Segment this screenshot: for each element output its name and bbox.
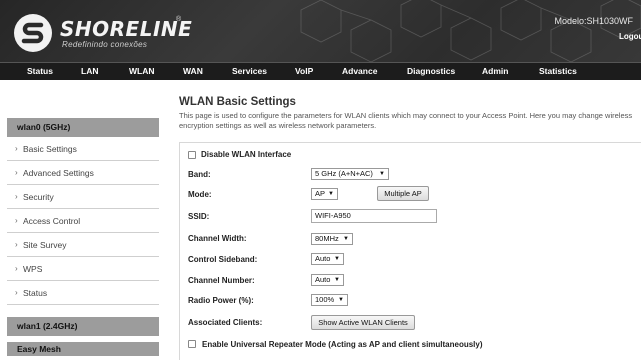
sidebar-item-label: Access Control — [23, 216, 81, 226]
radio-power-label: Radio Power (%): — [188, 296, 254, 305]
sidebar-group-wlan0[interactable]: wlan0 (5GHz) — [7, 118, 159, 137]
chevron-right-icon: › — [15, 288, 18, 297]
channel-width-value: 80MHz — [315, 234, 339, 243]
nav-wlan[interactable]: WLAN — [129, 66, 155, 76]
dropdown-arrow-icon: ▼ — [328, 191, 334, 197]
sidebar-item-label: Status — [23, 288, 48, 298]
radio-power-value: 100% — [315, 295, 335, 304]
sidebar-item-advanced-settings[interactable]: › Advanced Settings — [7, 161, 159, 185]
band-value: 5 GHz (A+N+AC) — [315, 169, 373, 178]
main-nav: Status LAN WLAN WAN Services VoIP Advanc… — [0, 62, 641, 80]
disable-wlan-label: Disable WLAN Interface — [201, 150, 292, 159]
nav-statistics[interactable]: Statistics — [539, 66, 577, 76]
main-content: WLAN Basic Settings This page is used to… — [179, 96, 641, 131]
brand-name: SHORELINE — [60, 17, 193, 41]
control-sideband-label: Control Sideband: — [188, 255, 258, 264]
control-sideband-value: Auto — [315, 254, 331, 263]
mode-select[interactable]: AP ▼ — [311, 188, 338, 200]
channel-number-select[interactable]: Auto ▼ — [311, 274, 344, 286]
sidebar-item-basic-settings[interactable]: › Basic Settings — [7, 137, 159, 161]
chevron-right-icon: › — [15, 240, 18, 249]
show-active-clients-button[interactable]: Show Active WLAN Clients — [311, 315, 415, 330]
dropdown-arrow-icon: ▼ — [334, 256, 340, 262]
multiple-ap-button[interactable]: Multiple AP — [377, 186, 429, 201]
repeater-mode-label: Enable Universal Repeater Mode (Acting a… — [202, 340, 483, 349]
sidebar-item-site-survey[interactable]: › Site Survey — [7, 233, 159, 257]
channel-width-label: Channel Width: — [188, 234, 247, 243]
band-label: Band: — [188, 170, 211, 179]
nav-status[interactable]: Status — [27, 66, 53, 76]
page-title: WLAN Basic Settings — [179, 96, 296, 108]
model-label: Modelo:SH1030WF — [554, 16, 633, 26]
ssid-input[interactable]: WIFI-A950 — [311, 209, 437, 223]
sidebar: wlan0 (5GHz) › Basic Settings › Advanced… — [7, 118, 159, 356]
control-sideband-select[interactable]: Auto ▼ — [311, 253, 344, 265]
dropdown-arrow-icon: ▼ — [334, 277, 340, 283]
sidebar-item-security[interactable]: › Security — [7, 185, 159, 209]
dropdown-arrow-icon: ▼ — [338, 297, 344, 303]
band-select[interactable]: 5 GHz (A+N+AC) ▼ — [311, 168, 389, 180]
dropdown-arrow-icon: ▼ — [379, 171, 385, 177]
nav-advance[interactable]: Advance — [342, 66, 377, 76]
sidebar-group-wlan1[interactable]: wlan1 (2.4GHz) — [7, 317, 159, 336]
chevron-right-icon: › — [15, 264, 18, 273]
sidebar-item-label: Site Survey — [23, 240, 67, 250]
nav-diagnostics[interactable]: Diagnostics — [407, 66, 455, 76]
sidebar-item-label: WPS — [23, 264, 43, 274]
mode-value: AP — [315, 189, 326, 198]
disable-wlan-checkbox[interactable] — [188, 151, 196, 159]
header: SHORELINE ® Redefinindo conexões Modelo:… — [0, 0, 641, 62]
hexagon-pattern — [300, 0, 641, 62]
nav-services[interactable]: Services — [232, 66, 267, 76]
page-description: This page is used to configure the param… — [179, 111, 633, 130]
channel-width-select[interactable]: 80MHz ▼ — [311, 233, 353, 245]
sidebar-item-label: Advanced Settings — [23, 168, 94, 178]
dropdown-arrow-icon: ▼ — [343, 236, 349, 242]
nav-admin[interactable]: Admin — [482, 66, 508, 76]
mode-label: Mode: — [188, 190, 212, 199]
chevron-right-icon: › — [15, 216, 18, 225]
tagline: Redefinindo conexões — [62, 40, 148, 49]
chevron-right-icon: › — [15, 168, 18, 177]
nav-lan[interactable]: LAN — [81, 66, 98, 76]
repeater-mode-checkbox[interactable] — [188, 340, 196, 348]
sidebar-group-easy-mesh[interactable]: Easy Mesh — [7, 342, 159, 356]
nav-voip[interactable]: VoIP — [295, 66, 313, 76]
registered-mark: ® — [176, 16, 182, 23]
sidebar-item-label: Security — [23, 192, 54, 202]
chevron-right-icon: › — [15, 144, 18, 153]
logo-icon — [14, 14, 52, 52]
radio-power-select[interactable]: 100% ▼ — [311, 294, 348, 306]
logout-link[interactable]: Logout — [619, 32, 641, 41]
chevron-right-icon: › — [15, 192, 18, 201]
settings-panel: Disable WLAN Interface Band: 5 GHz (A+N+… — [179, 142, 641, 360]
sidebar-item-label: Basic Settings — [23, 144, 77, 154]
channel-number-label: Channel Number: — [188, 276, 255, 285]
channel-number-value: Auto — [315, 275, 331, 284]
sidebar-item-access-control[interactable]: › Access Control — [7, 209, 159, 233]
ssid-label: SSID: — [188, 212, 210, 221]
sidebar-item-wps[interactable]: › WPS — [7, 257, 159, 281]
sidebar-item-status[interactable]: › Status — [7, 281, 159, 305]
nav-wan[interactable]: WAN — [183, 66, 203, 76]
associated-clients-label: Associated Clients: — [188, 318, 263, 327]
